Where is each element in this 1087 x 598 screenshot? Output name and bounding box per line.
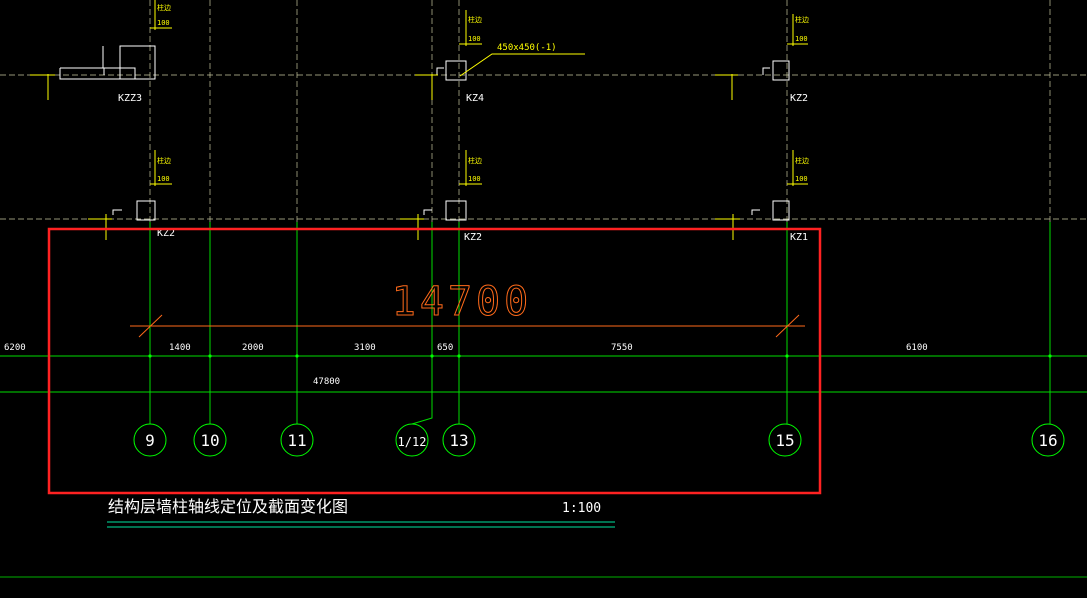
axis-spacings: 6200 1400 2000 3100 650 7550 6100 47800 <box>4 343 928 387</box>
column-dim: 100 <box>468 35 481 43</box>
column-note: 柱边 <box>157 156 171 165</box>
column-tag: KZZ3 <box>118 93 142 104</box>
axis-label: 11 <box>287 431 306 450</box>
axis-label: 10 <box>200 431 219 450</box>
column-dim: 100 <box>157 19 170 27</box>
column-dim-marks <box>30 0 808 240</box>
cad-drawing-svg: KZZ3 KZ4 KZ2 KZ2 KZ2 KZ1 100 100 100 100… <box>0 0 1087 578</box>
axis-label: 1/12 <box>398 435 427 449</box>
highlight-dimension: 14700 <box>392 279 532 325</box>
section-callout: 450x450(-1) <box>497 43 557 53</box>
column-dim: 100 <box>157 175 170 183</box>
column-tag: KZ4 <box>466 93 484 104</box>
column-note: 柱边 <box>795 156 809 165</box>
title-underline <box>107 521 615 528</box>
axis-label: 15 <box>775 431 794 450</box>
axis-spacing: 3100 <box>354 343 376 353</box>
highlight-box <box>47 227 822 495</box>
column-tag: KZ2 <box>790 93 808 104</box>
dimension-lines <box>0 355 1087 578</box>
column-tag: KZ1 <box>790 232 808 243</box>
axis-bubbles <box>133 423 1065 457</box>
axis-spacing: 7550 <box>611 343 633 353</box>
cad-drawing-canvas[interactable]: KZZ3 KZ4 KZ2 KZ2 KZ2 KZ1 100 100 100 100… <box>0 0 1087 598</box>
axis-spacing: 650 <box>437 343 453 353</box>
axis-spacing: 2000 <box>242 343 264 353</box>
column-note: 柱边 <box>468 15 482 24</box>
axis-spacing: 6100 <box>906 343 928 353</box>
drawing-scale: 1:100 <box>562 501 601 516</box>
column-note: 柱边 <box>157 3 171 12</box>
axis-label: 13 <box>449 431 468 450</box>
axis-lines-lower <box>149 222 1051 425</box>
axis-label: 16 <box>1038 431 1057 450</box>
column-notes: 柱边 柱边 柱边 柱边 柱边 柱边 <box>157 3 809 165</box>
column-note: 柱边 <box>468 156 482 165</box>
axis-spacing: 1400 <box>169 343 191 353</box>
total-dimension: 47800 <box>313 377 340 387</box>
column-tag: KZ2 <box>464 232 482 243</box>
column-dim: 100 <box>795 175 808 183</box>
column-dim: 100 <box>795 35 808 43</box>
horizontal-guide-lines <box>0 74 1087 220</box>
axis-spacing: 6200 <box>4 343 26 353</box>
column-note: 柱边 <box>795 15 809 24</box>
column-dim: 100 <box>468 175 481 183</box>
column-symbols <box>59 45 790 221</box>
axis-label: 9 <box>145 431 155 450</box>
vertical-guide-lines-upper <box>149 0 1051 222</box>
drawing-title: 结构层墙柱轴线定位及截面变化图 <box>108 497 348 516</box>
